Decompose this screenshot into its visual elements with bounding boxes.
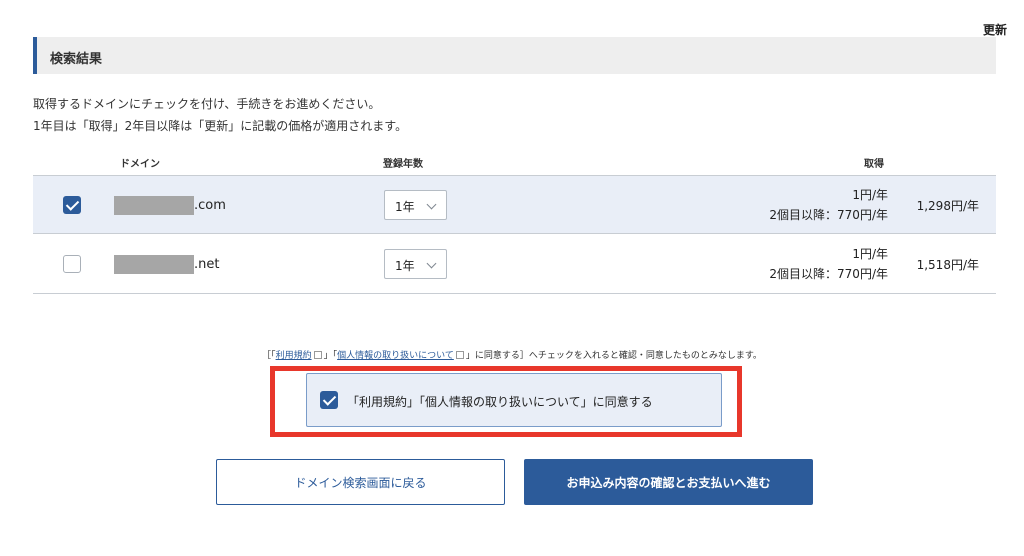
privacy-link[interactable]: 個人情報の取り扱いについて (337, 351, 454, 361)
terms-link[interactable]: 利用規約 (276, 351, 312, 361)
section-header: 検索結果 (33, 37, 996, 74)
chevron-down-icon (426, 199, 437, 210)
column-header-acquire: 取得 (864, 159, 884, 170)
domain-row-com: .com 1年 1円/年 2個目以降：770円/年 1,298円/年 (33, 175, 996, 234)
chevron-down-icon (426, 258, 437, 269)
renew-price: 1,518円/年 (916, 258, 979, 272)
domain-checkbox-com[interactable] (63, 196, 81, 214)
note-text: ［「 (262, 351, 276, 361)
years-value: 1年 (395, 200, 415, 214)
redacted-domain-name (114, 255, 194, 274)
external-link-icon (313, 351, 322, 359)
column-header-years: 登録年数 (383, 159, 423, 170)
renew-price: 1,298円/年 (916, 199, 979, 213)
column-header-renew: 更新 (982, 23, 1007, 37)
acquire-price: 1円/年 (852, 188, 888, 202)
domain-tld: .com (194, 198, 226, 213)
years-select-com[interactable]: 1年 (384, 190, 447, 220)
domain-tld: .net (194, 257, 220, 272)
note-text: 」「 (323, 351, 338, 361)
agreement-note: ［「利用規約 」「個人情報の取り扱いについて 」に同意する］へチェックを入れると確認… (0, 348, 1024, 361)
years-value: 1年 (395, 259, 415, 273)
instruction-text: 取得するドメインにチェックを付け、手続きをお進めください。 (33, 97, 381, 111)
back-to-search-button[interactable]: ドメイン検索画面に戻る (216, 459, 505, 505)
domain-checkbox-net[interactable] (63, 255, 81, 273)
agreement-label: 「利用規約」「個人情報の取り扱いについて」に同意する (347, 395, 653, 409)
acquire-price: 1円/年 (852, 247, 888, 261)
domain-row-net: .net 1年 1円/年 2個目以降：770円/年 1,518円/年 (33, 235, 996, 294)
years-select-net[interactable]: 1年 (384, 249, 447, 279)
column-header-domain: ドメイン (120, 159, 160, 170)
redacted-domain-name (114, 196, 194, 215)
external-link-icon (455, 351, 464, 359)
agreement-checkbox[interactable] (320, 391, 338, 409)
pricing-note: 1年目は「取得」2年目以降は「更新」に記載の価格が適用されます。 (33, 119, 408, 133)
agreement-checkbox-box[interactable]: 「利用規約」「個人情報の取り扱いについて」に同意する (306, 373, 722, 427)
note-text: 」に同意する］へチェックを入れると確認・同意したものとみなします。 (465, 351, 762, 361)
acquire-note: 2個目以降：770円/年 (769, 267, 888, 281)
section-title: 検索結果 (50, 52, 103, 67)
acquire-note: 2個目以降：770円/年 (769, 208, 888, 222)
proceed-to-payment-button[interactable]: お申込み内容の確認とお支払いへ進む (524, 459, 813, 505)
